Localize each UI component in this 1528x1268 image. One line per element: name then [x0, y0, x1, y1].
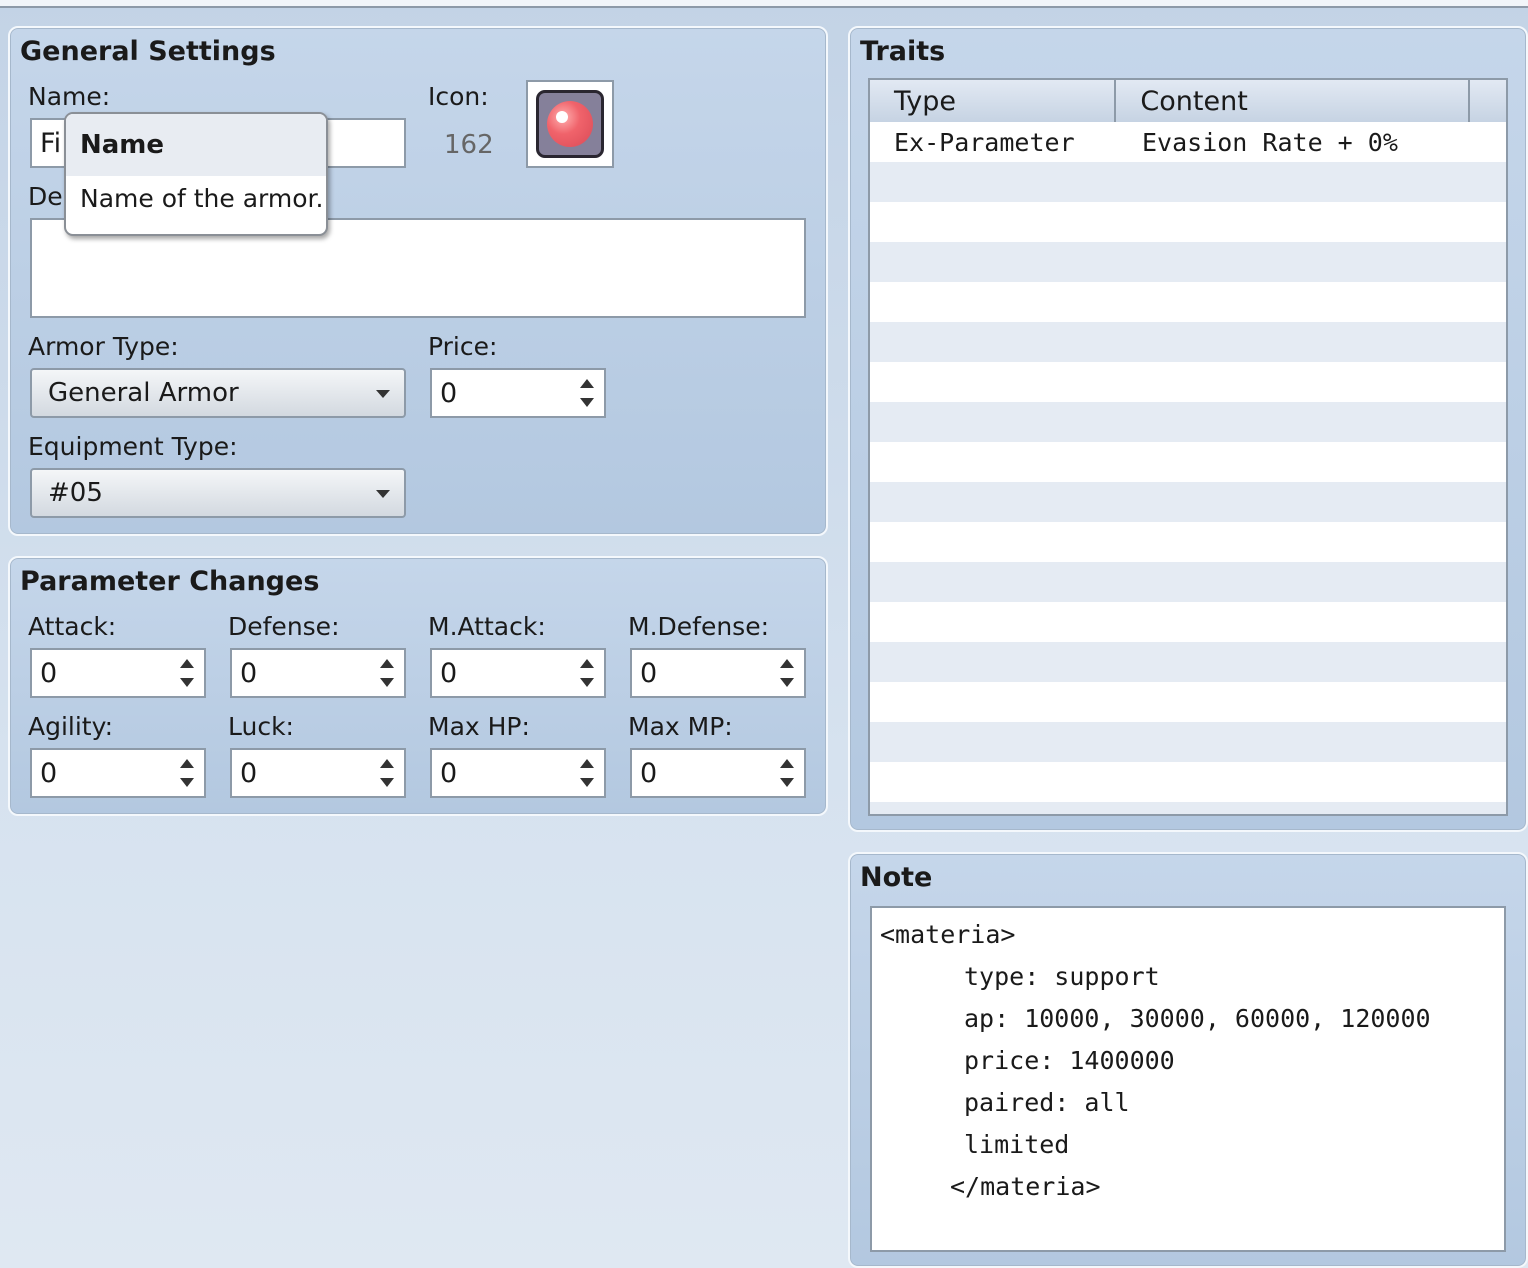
luck-input[interactable]: 0 — [230, 748, 406, 798]
m-attack-input[interactable]: 0 — [430, 648, 606, 698]
note-line: </materia> — [950, 1172, 1101, 1201]
description-label: De — [28, 182, 63, 211]
max-mp-input[interactable]: 0 — [630, 748, 806, 798]
column-header-content[interactable]: Content — [1116, 80, 1471, 122]
attack-label: Attack: — [28, 612, 117, 641]
name-label: Name: — [28, 82, 111, 111]
table-row[interactable]: Ex-Parameter Evasion Rate + 0% — [870, 122, 1506, 162]
chevron-down-icon — [376, 490, 390, 498]
defense-input[interactable]: 0 — [230, 648, 406, 698]
max-hp-input[interactable]: 0 — [430, 748, 606, 798]
name-value: Fi — [40, 127, 62, 159]
price-value: 0 — [440, 377, 458, 409]
note-line: type: support — [964, 962, 1160, 991]
attack-input[interactable]: 0 — [30, 648, 206, 698]
icon-index: 162 — [444, 130, 494, 160]
agility-value: 0 — [40, 757, 58, 789]
icon-selector[interactable] — [526, 80, 614, 168]
note-line: <materia> — [880, 920, 1016, 949]
m-defense-input[interactable]: 0 — [630, 648, 806, 698]
armor-type-value: General Armor — [48, 378, 239, 408]
spinner-arrows-icon[interactable] — [780, 657, 794, 689]
column-header-type[interactable]: Type — [870, 80, 1117, 122]
m-attack-value: 0 — [440, 657, 458, 689]
note-line: limited — [964, 1130, 1070, 1159]
agility-input[interactable]: 0 — [30, 748, 206, 798]
max-mp-label: Max MP: — [628, 712, 733, 741]
equipment-type-label: Equipment Type: — [28, 432, 238, 461]
m-defense-value: 0 — [640, 657, 658, 689]
note-title: Note — [860, 862, 933, 893]
tooltip-title: Name — [66, 114, 326, 176]
traits-list-header: Type Content — [870, 80, 1506, 124]
spinner-arrows-icon[interactable] — [780, 757, 794, 789]
luck-label: Luck: — [228, 712, 294, 741]
spinner-arrows-icon[interactable] — [580, 757, 594, 789]
equipment-type-select[interactable]: #05 — [30, 468, 406, 518]
traits-list[interactable]: Type Content Ex-Parameter Evasion Rate +… — [868, 78, 1508, 816]
price-input[interactable]: 0 — [430, 368, 606, 418]
attack-value: 0 — [40, 657, 58, 689]
max-hp-label: Max HP: — [428, 712, 530, 741]
spinner-arrows-icon[interactable] — [380, 657, 394, 689]
spinner-arrows-icon[interactable] — [180, 757, 194, 789]
tooltip-text: Name of the armor. — [80, 184, 324, 213]
chevron-down-icon — [376, 390, 390, 398]
icon-label: Icon: — [428, 82, 489, 111]
general-settings-title: General Settings — [20, 36, 276, 67]
spinner-arrows-icon[interactable] — [580, 377, 594, 409]
armor-type-select[interactable]: General Armor — [30, 368, 406, 418]
parameter-changes-title: Parameter Changes — [20, 566, 320, 597]
name-tooltip: Name Name of the armor. — [64, 112, 328, 236]
equipment-type-value: #05 — [48, 478, 103, 508]
note-line: paired: all — [964, 1088, 1130, 1117]
spinner-arrows-icon[interactable] — [580, 657, 594, 689]
armor-type-label: Armor Type: — [28, 332, 179, 361]
column-header-extra — [1470, 80, 1506, 122]
luck-value: 0 — [240, 757, 258, 789]
price-label: Price: — [428, 332, 498, 361]
max-hp-value: 0 — [440, 757, 458, 789]
traits-list-body: Ex-Parameter Evasion Rate + 0% — [870, 122, 1506, 814]
window-top-edge — [0, 0, 1528, 8]
spinner-arrows-icon[interactable] — [380, 757, 394, 789]
note-line: ap: 10000, 30000, 60000, 120000 — [964, 1004, 1431, 1033]
trait-type-cell: Ex-Parameter — [894, 127, 1075, 157]
trait-content-cell: Evasion Rate + 0% — [1142, 127, 1398, 157]
m-defense-label: M.Defense: — [628, 612, 770, 641]
spinner-arrows-icon[interactable] — [180, 657, 194, 689]
defense-value: 0 — [240, 657, 258, 689]
max-mp-value: 0 — [640, 757, 658, 789]
note-textarea[interactable]: <materia> type: support ap: 10000, 30000… — [870, 906, 1506, 1252]
materia-orb-icon — [536, 90, 604, 158]
traits-title: Traits — [860, 36, 946, 67]
note-line: price: 1400000 — [964, 1046, 1175, 1075]
agility-label: Agility: — [28, 712, 114, 741]
defense-label: Defense: — [228, 612, 340, 641]
m-attack-label: M.Attack: — [428, 612, 546, 641]
